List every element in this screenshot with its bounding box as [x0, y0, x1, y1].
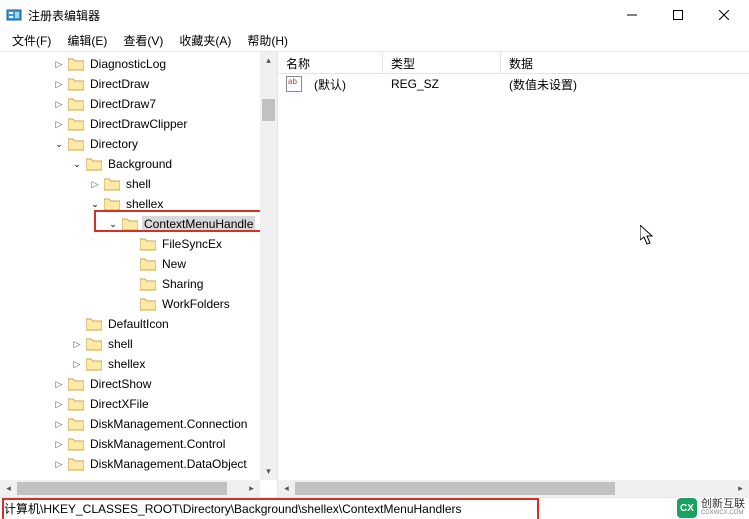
tree-item[interactable]: New — [160, 256, 188, 272]
cell-name: (默认) — [306, 76, 383, 93]
brand-name: 创新互联 — [701, 499, 745, 510]
chevron-right-icon[interactable]: ▷ — [52, 57, 66, 71]
folder-icon — [122, 217, 138, 231]
chevron-right-icon[interactable]: ▷ — [70, 337, 84, 351]
folder-icon — [140, 257, 156, 271]
scroll-down-icon[interactable]: ▾ — [260, 463, 277, 480]
chevron-down-icon[interactable]: ⌄ — [88, 197, 102, 211]
folder-icon — [68, 417, 84, 431]
tree-item[interactable]: DiskManagement.Control — [88, 436, 227, 452]
scroll-right-icon[interactable]: ▸ — [732, 480, 749, 497]
folder-icon — [68, 77, 84, 91]
window-title: 注册表编辑器 — [28, 7, 609, 24]
chevron-right-icon[interactable]: ▷ — [52, 397, 66, 411]
chevron-right-icon[interactable]: ▷ — [70, 357, 84, 371]
chevron-down-icon[interactable]: ⌄ — [70, 157, 84, 171]
folder-icon — [68, 457, 84, 471]
tree-item[interactable]: shell — [106, 336, 135, 352]
folder-icon — [140, 237, 156, 251]
col-type[interactable]: 类型 — [383, 52, 501, 73]
tree-item[interactable]: DiagnosticLog — [88, 56, 168, 72]
chevron-right-icon[interactable]: ▷ — [52, 97, 66, 111]
tree-item[interactable]: WorkFolders — [160, 296, 232, 312]
folder-icon — [68, 97, 84, 111]
chevron-right-icon[interactable]: ▷ — [88, 177, 102, 191]
folder-icon — [68, 437, 84, 451]
regedit-icon — [6, 7, 22, 23]
chevron-right-icon[interactable]: ▷ — [52, 377, 66, 391]
current-path: 计算机\HKEY_CLASSES_ROOT\Directory\Backgrou… — [4, 500, 462, 517]
brand-sub: CDXWCX.COM — [701, 510, 745, 517]
folder-icon — [104, 177, 120, 191]
menu-view[interactable]: 查看(V) — [115, 30, 171, 51]
close-button[interactable] — [701, 0, 747, 30]
maximize-button[interactable] — [655, 0, 701, 30]
chevron-down-icon[interactable]: ⌄ — [106, 217, 120, 231]
address-bar[interactable]: 计算机\HKEY_CLASSES_ROOT\Directory\Backgrou… — [0, 497, 749, 519]
folder-icon — [86, 157, 102, 171]
folder-icon — [140, 297, 156, 311]
scroll-left-icon[interactable]: ◂ — [0, 480, 17, 497]
menu-file[interactable]: 文件(F) — [4, 30, 59, 51]
folder-icon — [68, 377, 84, 391]
title-bar: 注册表编辑器 — [0, 0, 749, 30]
chevron-right-icon[interactable]: ▷ — [52, 437, 66, 451]
folder-icon — [86, 357, 102, 371]
tree-item[interactable]: DiskManagement.DataObject — [88, 456, 249, 472]
scroll-up-icon[interactable]: ▴ — [260, 52, 277, 69]
chevron-right-icon[interactable]: ▷ — [52, 117, 66, 131]
tree-item[interactable]: Background — [106, 156, 174, 172]
menu-favorites[interactable]: 收藏夹(A) — [171, 30, 239, 51]
menu-help[interactable]: 帮助(H) — [239, 30, 296, 51]
tree-item[interactable]: Sharing — [160, 276, 205, 292]
folder-icon — [68, 57, 84, 71]
scrollbar-vertical[interactable]: ▴ ▾ — [260, 52, 277, 480]
brand-logo-icon: CX — [677, 498, 697, 518]
tree-item[interactable]: DefaultIcon — [106, 316, 171, 332]
watermark: CX 创新互联 CDXWCX.COM — [677, 497, 745, 519]
tree-item[interactable]: FileSyncEx — [160, 236, 224, 252]
tree-item[interactable]: DirectShow — [88, 376, 153, 392]
values-pane: 名称 类型 数据 (默认) REG_SZ (数值未设置) ◂ ▸ — [278, 52, 749, 497]
cell-type: REG_SZ — [383, 77, 501, 91]
window-buttons — [609, 0, 747, 30]
tree-item[interactable]: Directory — [88, 136, 140, 152]
col-name[interactable]: 名称 — [278, 52, 383, 73]
tree-pane: ▷DiagnosticLog ▷DirectDraw ▷DirectDraw7 … — [0, 52, 278, 497]
tree-item[interactable]: DirectXFile — [88, 396, 151, 412]
col-data[interactable]: 数据 — [501, 52, 749, 73]
chevron-right-icon[interactable]: ▷ — [52, 77, 66, 91]
folder-icon — [68, 137, 84, 151]
minimize-button[interactable] — [609, 0, 655, 30]
folder-icon — [86, 337, 102, 351]
tree-item[interactable]: shellex — [124, 196, 165, 212]
folder-icon — [68, 397, 84, 411]
tree-item-selected[interactable]: ContextMenuHandle — [142, 216, 255, 232]
chevron-right-icon[interactable]: ▷ — [52, 417, 66, 431]
scroll-right-icon[interactable]: ▸ — [243, 480, 260, 497]
folder-icon — [86, 317, 102, 331]
chevron-down-icon[interactable]: ⌄ — [52, 137, 66, 151]
chevron-right-icon[interactable]: ▷ — [52, 457, 66, 471]
tree-item[interactable]: DirectDraw7 — [88, 96, 158, 112]
scrollbar-horizontal[interactable]: ◂ ▸ — [278, 480, 749, 497]
folder-icon — [68, 117, 84, 131]
main-area: ▷DiagnosticLog ▷DirectDraw ▷DirectDraw7 … — [0, 52, 749, 497]
list-row[interactable]: (默认) REG_SZ (数值未设置) — [278, 74, 749, 94]
folder-icon — [104, 197, 120, 211]
tree-item[interactable]: shellex — [106, 356, 147, 372]
menu-bar: 文件(F) 编辑(E) 查看(V) 收藏夹(A) 帮助(H) — [0, 30, 749, 52]
tree-item[interactable]: DiskManagement.Connection — [88, 416, 249, 432]
tree-item[interactable]: DirectDrawClipper — [88, 116, 189, 132]
menu-edit[interactable]: 编辑(E) — [59, 30, 115, 51]
registry-tree[interactable]: ▷DiagnosticLog ▷DirectDraw ▷DirectDraw7 … — [0, 52, 277, 474]
cell-data: (数值未设置) — [501, 76, 585, 93]
tree-item[interactable]: DirectDraw — [88, 76, 151, 92]
string-value-icon — [286, 76, 302, 92]
scroll-left-icon[interactable]: ◂ — [278, 480, 295, 497]
folder-icon — [140, 277, 156, 291]
list-header: 名称 类型 数据 — [278, 52, 749, 74]
tree-item[interactable]: shell — [124, 176, 153, 192]
scrollbar-horizontal[interactable]: ◂ ▸ — [0, 480, 260, 497]
